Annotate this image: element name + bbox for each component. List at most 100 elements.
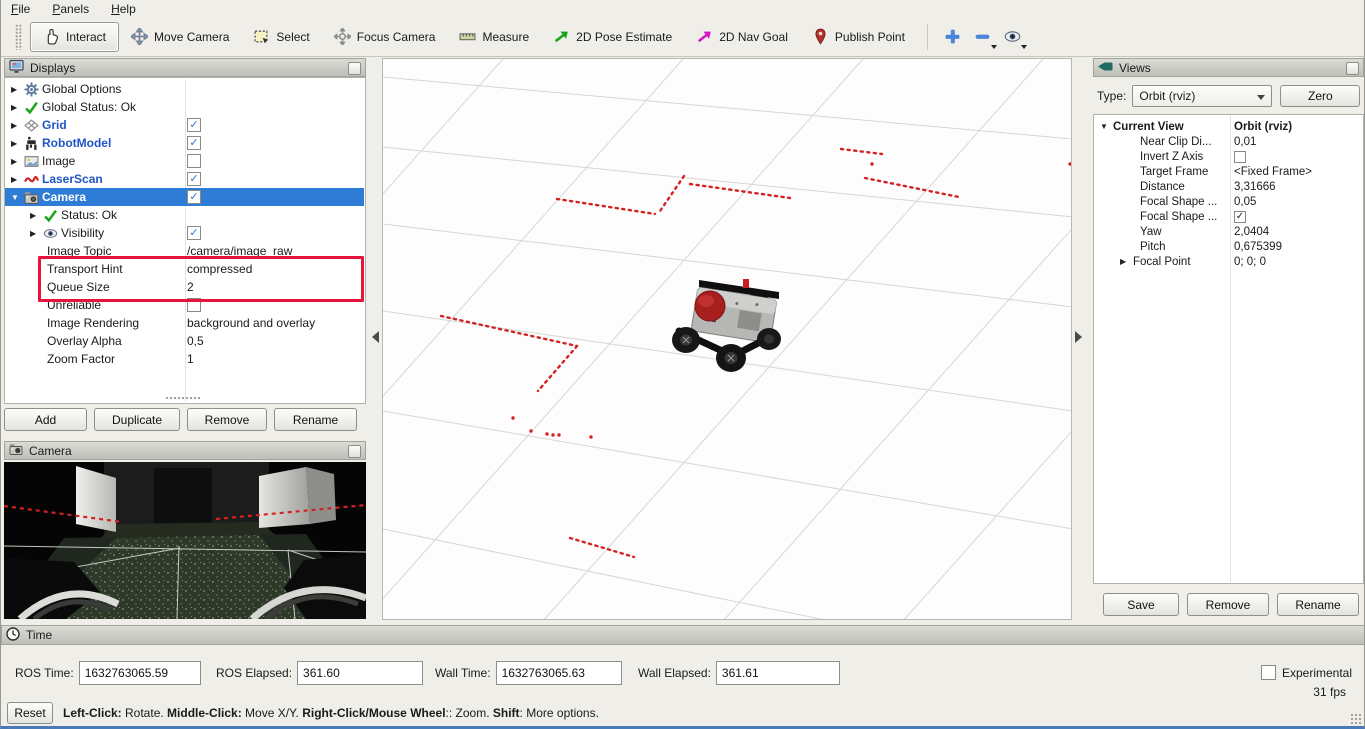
view-row-focal-shape-size[interactable]: Focal Shape ... 0,05	[1094, 194, 1362, 209]
expander-icon[interactable]: ▼	[11, 193, 24, 202]
camera-checkbox[interactable]: ✓	[187, 190, 201, 204]
row-value[interactable]: /camera/image_raw	[187, 242, 292, 260]
views-panel-header[interactable]: Views	[1093, 58, 1364, 77]
robotmodel-checkbox[interactable]: ✓	[187, 136, 201, 150]
expander-icon[interactable]: ▶	[11, 139, 24, 148]
tool-publish-point[interactable]: Publish Point	[800, 22, 917, 52]
focal-shape-checkbox[interactable]: ✓	[1234, 211, 1246, 223]
experimental-checkbox[interactable]	[1261, 665, 1276, 680]
time-panel-header[interactable]: Time	[1, 625, 1365, 645]
display-row-laserscan[interactable]: ▶ LaserScan ✓	[5, 170, 364, 188]
tool-measure[interactable]: Measure	[447, 22, 541, 52]
3d-viewport[interactable]	[382, 58, 1072, 620]
row-value[interactable]: 0; 0; 0	[1234, 254, 1266, 269]
zoom-in-button[interactable]	[938, 22, 968, 52]
display-row-camera[interactable]: ▼ Camera ✓	[5, 188, 364, 206]
display-row-visibility[interactable]: ▶ Visibility ✓	[5, 224, 364, 242]
tree-splitter-grip[interactable]	[165, 396, 201, 401]
invert-z-checkbox[interactable]	[1234, 151, 1246, 163]
tool-move-camera[interactable]: Move Camera	[119, 22, 241, 52]
view-row-focal-shape-fixed[interactable]: Focal Shape ... ✓	[1094, 209, 1362, 224]
expander-icon[interactable]: ▶	[11, 157, 24, 166]
view-type-dropdown[interactable]: Orbit (rviz)	[1132, 85, 1272, 107]
property-row-transport-hint[interactable]: Transport Hint compressed	[5, 260, 364, 278]
display-row-global-status[interactable]: ▶ Global Status: Ok	[5, 98, 364, 116]
view-row-distance[interactable]: Distance 3,31666	[1094, 179, 1362, 194]
zero-button[interactable]: Zero	[1280, 85, 1360, 107]
row-value[interactable]: 2,0404	[1234, 224, 1269, 239]
row-value[interactable]: compressed	[187, 260, 252, 278]
collapse-right-panel-arrow[interactable]	[1075, 331, 1082, 343]
laserscan-checkbox[interactable]: ✓	[187, 172, 201, 186]
remove-button[interactable]: Remove	[187, 408, 267, 431]
tool-2d-pose-estimate[interactable]: 2D Pose Estimate	[541, 22, 684, 52]
display-row-grid[interactable]: ▶ Grid ✓	[5, 116, 364, 134]
row-value[interactable]: 0,5	[187, 332, 204, 350]
image-checkbox[interactable]	[187, 154, 201, 168]
expander-icon[interactable]: ▶	[11, 175, 24, 184]
menu-file[interactable]: File	[11, 2, 30, 16]
unreliable-checkbox[interactable]	[187, 298, 201, 312]
tool-2d-nav-goal[interactable]: 2D Nav Goal	[684, 22, 800, 52]
tool-select[interactable]: Select	[241, 22, 321, 52]
menu-panels[interactable]: Panels	[52, 2, 89, 16]
view-row-pitch[interactable]: Pitch 0,675399	[1094, 239, 1362, 254]
wall-elapsed-input[interactable]	[716, 661, 840, 685]
views-remove-button[interactable]: Remove	[1187, 593, 1269, 616]
expander-icon[interactable]: ▼	[1100, 122, 1113, 131]
panel-float-button[interactable]	[348, 62, 361, 75]
display-row-camera-status[interactable]: ▶ Status: Ok	[5, 206, 364, 224]
views-rename-button[interactable]: Rename	[1277, 593, 1359, 616]
expander-icon[interactable]: ▶	[30, 211, 43, 220]
save-button[interactable]: Save	[1103, 593, 1179, 616]
property-row-zoom-factor[interactable]: Zoom Factor 1	[5, 350, 364, 368]
reset-button[interactable]: Reset	[7, 702, 53, 724]
row-value[interactable]: 0,01	[1234, 134, 1256, 149]
row-value[interactable]: 0,675399	[1234, 239, 1282, 254]
ros-time-input[interactable]	[79, 661, 201, 685]
expander-icon[interactable]: ▶	[30, 229, 43, 238]
expander-icon[interactable]: ▶	[11, 121, 24, 130]
panel-float-button[interactable]	[348, 445, 361, 458]
rename-button[interactable]: Rename	[274, 408, 357, 431]
property-row-queue-size[interactable]: Queue Size 2	[5, 278, 364, 296]
view-row-focal-point[interactable]: ▶ Focal Point 0; 0; 0	[1094, 254, 1362, 269]
wall-time-input[interactable]	[496, 661, 622, 685]
row-value[interactable]: 3,31666	[1234, 179, 1276, 194]
visibility-checkbox[interactable]: ✓	[187, 226, 201, 240]
menu-help[interactable]: Help	[111, 2, 136, 16]
view-row-invert-z[interactable]: Invert Z Axis	[1094, 149, 1362, 164]
duplicate-button[interactable]: Duplicate	[94, 408, 180, 431]
row-value[interactable]: <Fixed Frame>	[1234, 164, 1312, 179]
property-row-image-rendering[interactable]: Image Rendering background and overlay	[5, 314, 364, 332]
expander-icon[interactable]: ▶	[11, 85, 24, 94]
view-row-near-clip[interactable]: Near Clip Di... 0,01	[1094, 134, 1362, 149]
row-value[interactable]: 2	[187, 278, 194, 296]
add-button[interactable]: Add	[4, 408, 87, 431]
collapse-left-panel-arrow[interactable]	[372, 331, 379, 343]
grid-checkbox[interactable]: ✓	[187, 118, 201, 132]
tool-focus-camera[interactable]: Focus Camera	[322, 22, 448, 52]
property-row-overlay-alpha[interactable]: Overlay Alpha 0,5	[5, 332, 364, 350]
view-row-target-frame[interactable]: Target Frame <Fixed Frame>	[1094, 164, 1362, 179]
view-row-current-view[interactable]: ▼ Current View Orbit (rviz)	[1094, 119, 1362, 134]
panel-float-button[interactable]	[1346, 62, 1359, 75]
property-row-unreliable[interactable]: Unreliable	[5, 296, 364, 314]
resize-grip[interactable]	[1350, 713, 1362, 725]
expander-icon[interactable]: ▶	[1120, 257, 1133, 266]
toolbar-grip[interactable]	[15, 24, 22, 50]
row-value[interactable]: 1	[187, 350, 194, 368]
camera-panel-header[interactable]: Camera	[4, 441, 366, 460]
expander-icon[interactable]: ▶	[11, 103, 24, 112]
display-row-image[interactable]: ▶ Image	[5, 152, 364, 170]
displays-panel-header[interactable]: Displays	[4, 58, 366, 77]
display-row-global-options[interactable]: ▶ Global Options	[5, 80, 364, 98]
row-value[interactable]: background and overlay	[187, 314, 315, 332]
zoom-out-button[interactable]	[968, 22, 998, 52]
ros-elapsed-input[interactable]	[297, 661, 423, 685]
tool-interact[interactable]: Interact	[30, 22, 119, 52]
row-value[interactable]: 0,05	[1234, 194, 1256, 209]
view-row-yaw[interactable]: Yaw 2,0404	[1094, 224, 1362, 239]
property-row-image-topic[interactable]: Image Topic /camera/image_raw	[5, 242, 364, 260]
visibility-button[interactable]	[998, 22, 1028, 52]
